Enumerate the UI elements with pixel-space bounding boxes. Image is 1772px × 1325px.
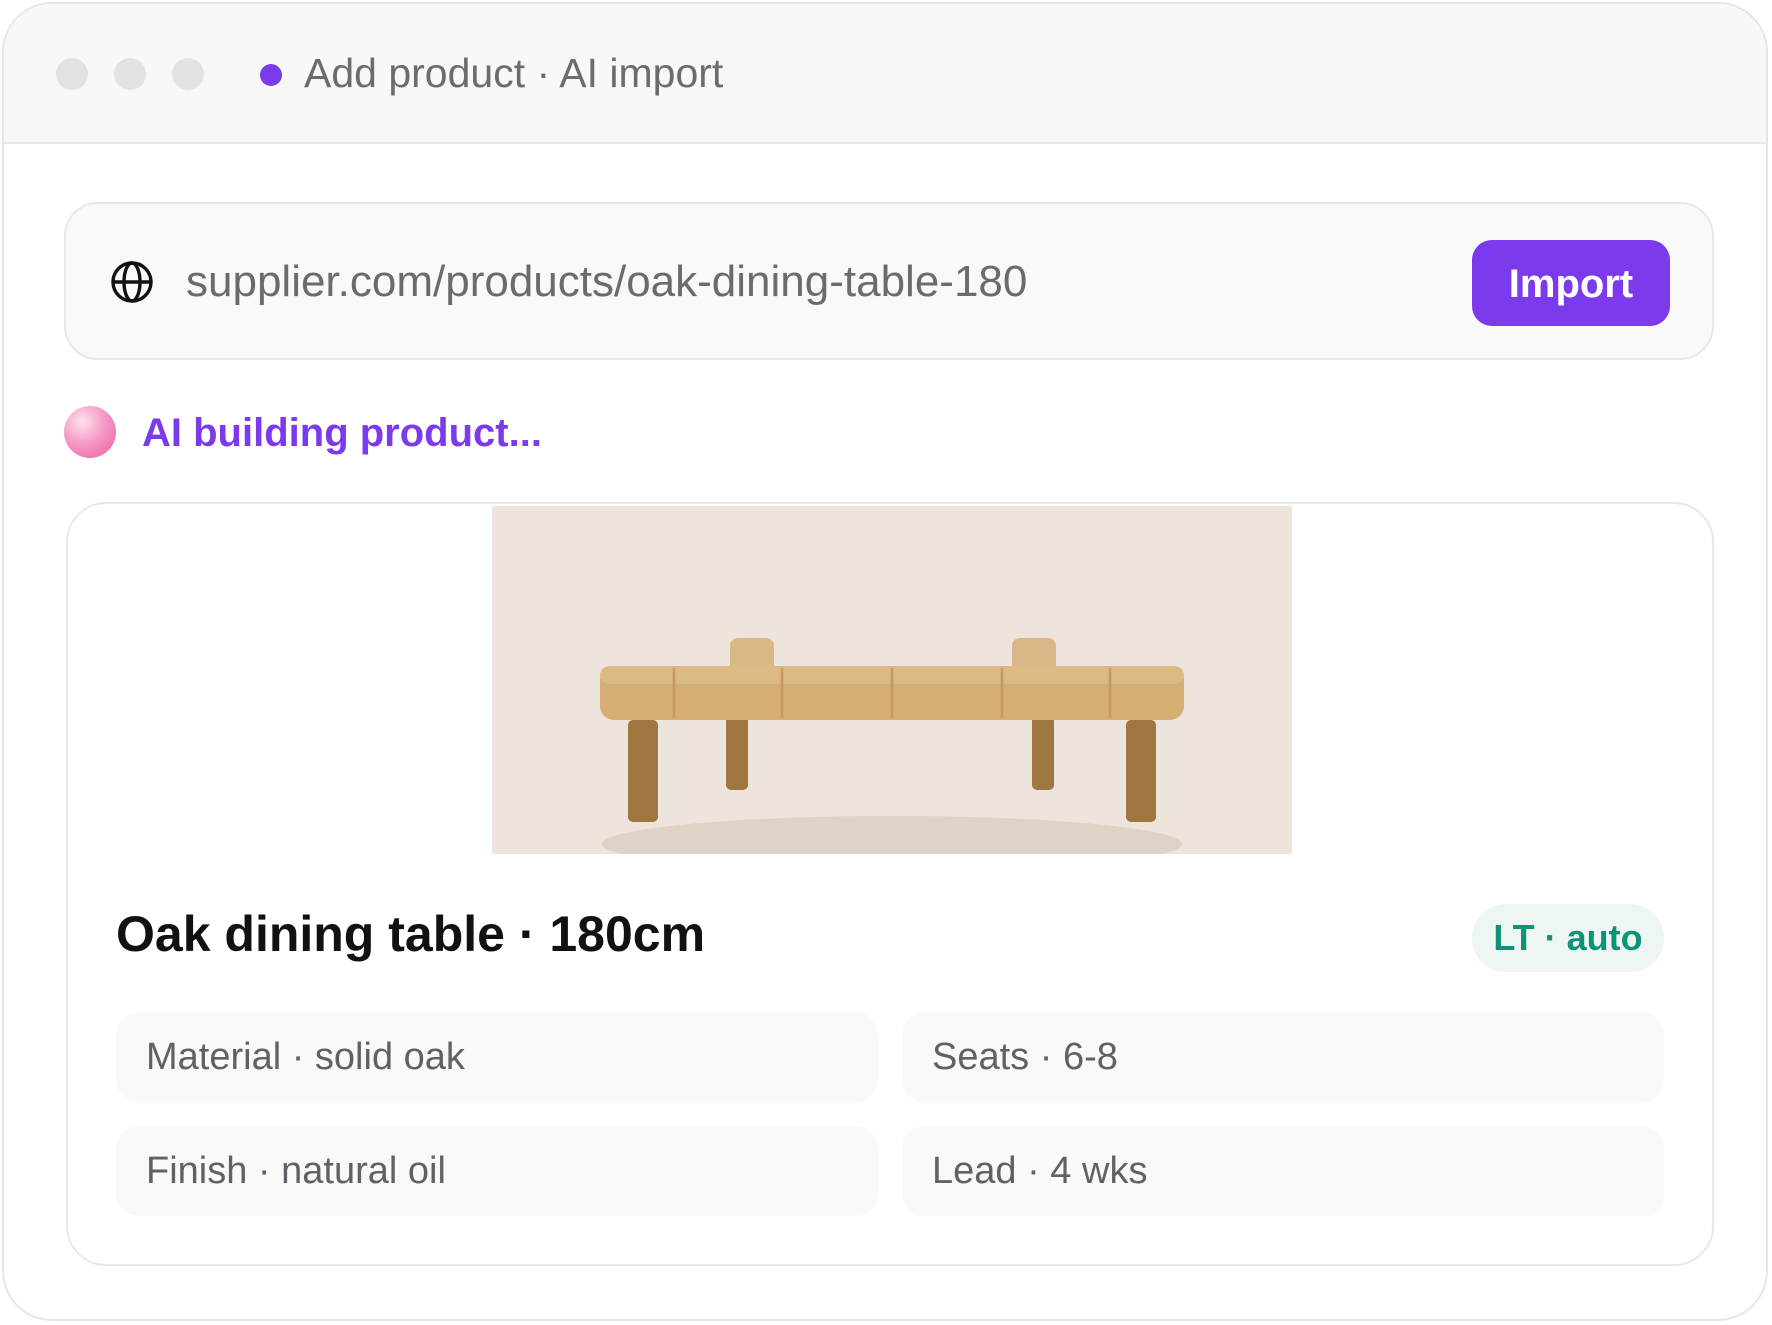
ai-status-text: AI building product... (142, 411, 542, 455)
attribute-seats: Seats · 6-8 (902, 1012, 1664, 1102)
attribute-finish: Finish · natural oil (116, 1126, 878, 1216)
url-import-bar: Import (64, 202, 1714, 360)
product-title: Oak dining table · 180cm (116, 906, 706, 962)
window-title: Add product · AI import (304, 50, 724, 96)
ai-orb-icon (64, 406, 116, 458)
window-minimize-button[interactable] (114, 58, 146, 90)
title-bar: Add product · AI import (4, 4, 1766, 144)
table-illustration (600, 638, 1184, 854)
window-close-button[interactable] (56, 58, 88, 90)
attribute-lead-time: Lead · 4 wks (902, 1126, 1664, 1216)
product-image (492, 506, 1292, 854)
attribute-material: Material · solid oak (116, 1012, 878, 1102)
globe-icon (111, 261, 153, 303)
url-input[interactable] (186, 252, 1406, 312)
window-maximize-button[interactable] (172, 58, 204, 90)
app-window: Add product · AI import Import AI buildi… (2, 2, 1768, 1321)
language-badge: LT · auto (1472, 904, 1664, 972)
status-dot-icon (260, 64, 282, 86)
import-button[interactable]: Import (1472, 240, 1670, 326)
product-preview-card: Oak dining table · 180cm LT · auto Mater… (66, 502, 1714, 1266)
